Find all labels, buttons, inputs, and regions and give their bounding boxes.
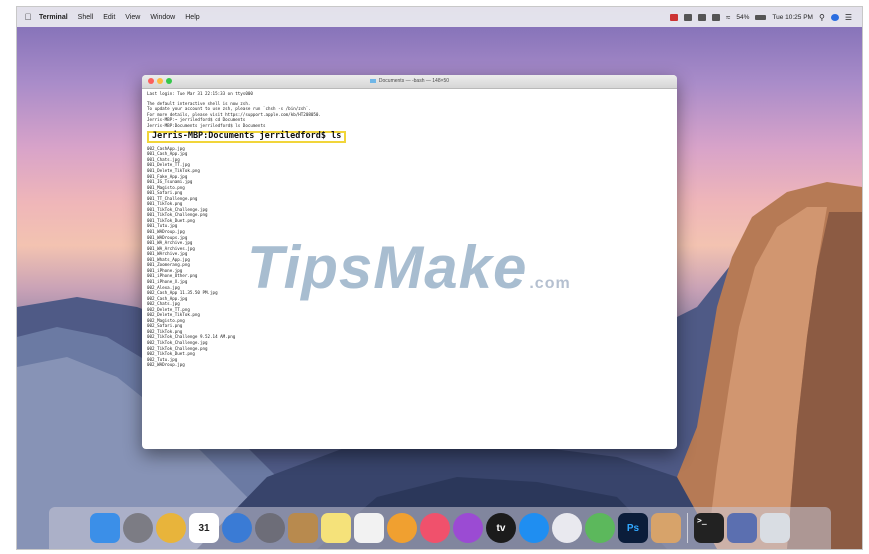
terminal-prompt-glyph: >_	[697, 516, 707, 525]
wifi-icon[interactable]: ≈	[726, 13, 730, 22]
document-stack-icon[interactable]	[727, 513, 757, 543]
menu-bar:  Terminal Shell Edit View Window Help ≈…	[17, 7, 862, 27]
terminal-titlebar[interactable]: Documents — -bash — 148×50	[142, 75, 677, 89]
calendar-icon[interactable]: 31	[189, 513, 219, 543]
status-extension-icon[interactable]	[683, 13, 692, 21]
apple-tv-icon[interactable]: tv	[486, 513, 516, 543]
preview-icon[interactable]	[651, 513, 681, 543]
music-icon[interactable]	[420, 513, 450, 543]
menu-window[interactable]: Window	[150, 14, 175, 21]
menu-edit[interactable]: Edit	[103, 14, 115, 21]
watermark-suffix: .com	[529, 275, 571, 292]
highlighted-command: Jerris-MBP:Documents jerriledford$ ls	[147, 131, 347, 143]
airplay-icon[interactable]	[711, 13, 720, 21]
dock-separator	[687, 513, 688, 543]
dock: 31 tv Ps >_	[49, 507, 831, 549]
menu-shell[interactable]: Shell	[78, 14, 94, 21]
maps-icon[interactable]	[585, 513, 615, 543]
launchpad-icon[interactable]	[255, 513, 285, 543]
desktop:  Terminal Shell Edit View Window Help ≈…	[16, 6, 863, 550]
slack-icon[interactable]	[552, 513, 582, 543]
spotlight-search-icon[interactable]: ⚲	[819, 13, 825, 22]
trash-icon[interactable]	[760, 513, 790, 543]
file-list-item: 002_WADroup.jpg	[147, 362, 185, 368]
reminders-icon[interactable]	[354, 513, 384, 543]
notification-center-icon[interactable]: ☰	[845, 13, 852, 22]
terminal-output[interactable]: Last login: Tue Mar 31 22:15:33 on ttys0…	[142, 89, 677, 370]
menu-app-name[interactable]: Terminal	[39, 14, 68, 21]
terminal-title-text: Documents — -bash — 148×50	[378, 78, 450, 84]
status-sync-icon[interactable]	[697, 13, 706, 21]
safari-icon[interactable]	[222, 513, 252, 543]
chrome-icon[interactable]	[156, 513, 186, 543]
watermark-text: TipsMake	[247, 234, 528, 301]
siri-icon[interactable]	[830, 13, 839, 21]
clock[interactable]: Tue 10:25 PM	[772, 14, 813, 21]
notes-icon[interactable]	[321, 513, 351, 543]
photoshop-icon[interactable]: Ps	[618, 513, 648, 543]
menu-view[interactable]: View	[125, 14, 140, 21]
folder-icon	[369, 78, 376, 83]
finder-icon[interactable]	[90, 513, 120, 543]
terminal-title: Documents — -bash — 148×50	[142, 75, 677, 88]
apple-menu-icon[interactable]: 	[17, 12, 39, 22]
system-preferences-icon[interactable]	[123, 513, 153, 543]
status-app-icon[interactable]	[669, 13, 678, 21]
terminal-line: Jerris-MBP:Documents jerriledford$ ls Do…	[147, 122, 266, 128]
app-store-icon[interactable]	[519, 513, 549, 543]
photos-icon[interactable]	[387, 513, 417, 543]
status-area: ≈ 54% Tue 10:25 PM ⚲ ☰	[669, 7, 852, 27]
watermark: TipsMake .com	[247, 233, 571, 302]
menu-help[interactable]: Help	[185, 14, 199, 21]
podcasts-icon[interactable]	[453, 513, 483, 543]
battery-percent[interactable]: 54%	[736, 14, 749, 21]
battery-icon[interactable]	[755, 14, 767, 20]
contacts-icon[interactable]	[288, 513, 318, 543]
terminal-icon[interactable]: >_	[694, 513, 724, 543]
